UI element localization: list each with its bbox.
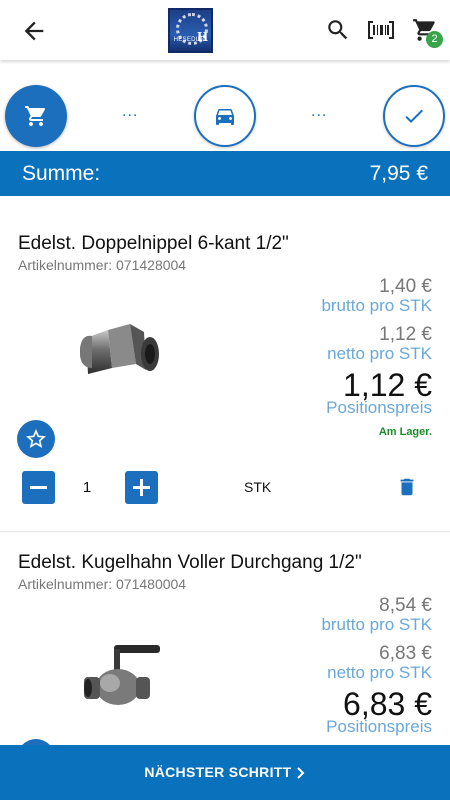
next-step-button[interactable]: NÄCHSTER SCHRITT <box>0 745 450 800</box>
minus-icon <box>30 486 47 489</box>
logo-letter: H <box>197 30 208 45</box>
increase-quantity-button[interactable] <box>125 471 158 504</box>
product-name[interactable]: Edelst. Doppelnippel 6-kant 1/2" <box>18 233 289 255</box>
step-separator: ... <box>311 103 328 120</box>
step-cart[interactable] <box>5 85 67 147</box>
barcode-scanner-icon[interactable] <box>367 17 395 43</box>
gross-price-label: brutto pro STK <box>321 615 432 634</box>
brand-logo[interactable]: HESEDING H <box>168 8 213 53</box>
product-name[interactable]: Edelst. Kugelhahn Voller Durchgang 1/2" <box>18 552 362 574</box>
checkmark-icon <box>405 109 423 123</box>
net-price-label: netto pro STK <box>327 344 432 363</box>
gross-price: 8,54 € <box>379 595 432 616</box>
delete-icon[interactable] <box>396 475 418 499</box>
star-outline-icon <box>26 429 46 448</box>
net-price: 6,83 € <box>379 643 432 664</box>
product-image-ball-valve[interactable] <box>80 637 164 713</box>
cart-count-badge: 2 <box>426 31 443 48</box>
chevron-right-icon <box>296 767 305 779</box>
gross-price-label: brutto pro STK <box>321 296 432 315</box>
position-price-label: Positionspreis <box>326 717 432 736</box>
cart-item: Edelst. Doppelnippel 6-kant 1/2" Artikel… <box>0 214 450 532</box>
checkout-stepper: ... ... <box>0 60 450 150</box>
quantity-value[interactable]: 1 <box>80 479 94 496</box>
position-price-label: Positionspreis <box>326 398 432 417</box>
car-icon <box>216 109 234 125</box>
net-price-label: netto pro STK <box>327 663 432 682</box>
gross-price: 1,40 € <box>379 276 432 297</box>
step-shipping[interactable] <box>194 85 256 147</box>
step-separator: ... <box>122 103 139 120</box>
step-confirm[interactable] <box>383 85 445 147</box>
cart-step-icon <box>25 106 46 126</box>
next-step-label: NÄCHSTER SCHRITT <box>144 764 292 780</box>
favorite-button[interactable] <box>17 420 55 458</box>
summary-bar: Summe: 7,95 € <box>0 151 450 196</box>
summary-label: Summe: <box>22 162 101 185</box>
summary-total: 7,95 € <box>369 162 428 185</box>
article-number: Artikelnummer: 071480004 <box>18 576 187 592</box>
stock-status: Am Lager. <box>378 426 432 438</box>
net-price: 1,12 € <box>379 324 432 345</box>
back-arrow-icon[interactable] <box>20 17 48 45</box>
app-bar: HESEDING H 2 <box>0 0 450 60</box>
decrease-quantity-button[interactable] <box>22 471 55 504</box>
product-image-hex-nipple[interactable] <box>78 318 164 388</box>
article-number: Artikelnummer: 071428004 <box>18 257 187 273</box>
search-icon[interactable] <box>325 17 351 43</box>
plus-icon <box>133 479 150 496</box>
unit-label: STK <box>244 479 272 495</box>
